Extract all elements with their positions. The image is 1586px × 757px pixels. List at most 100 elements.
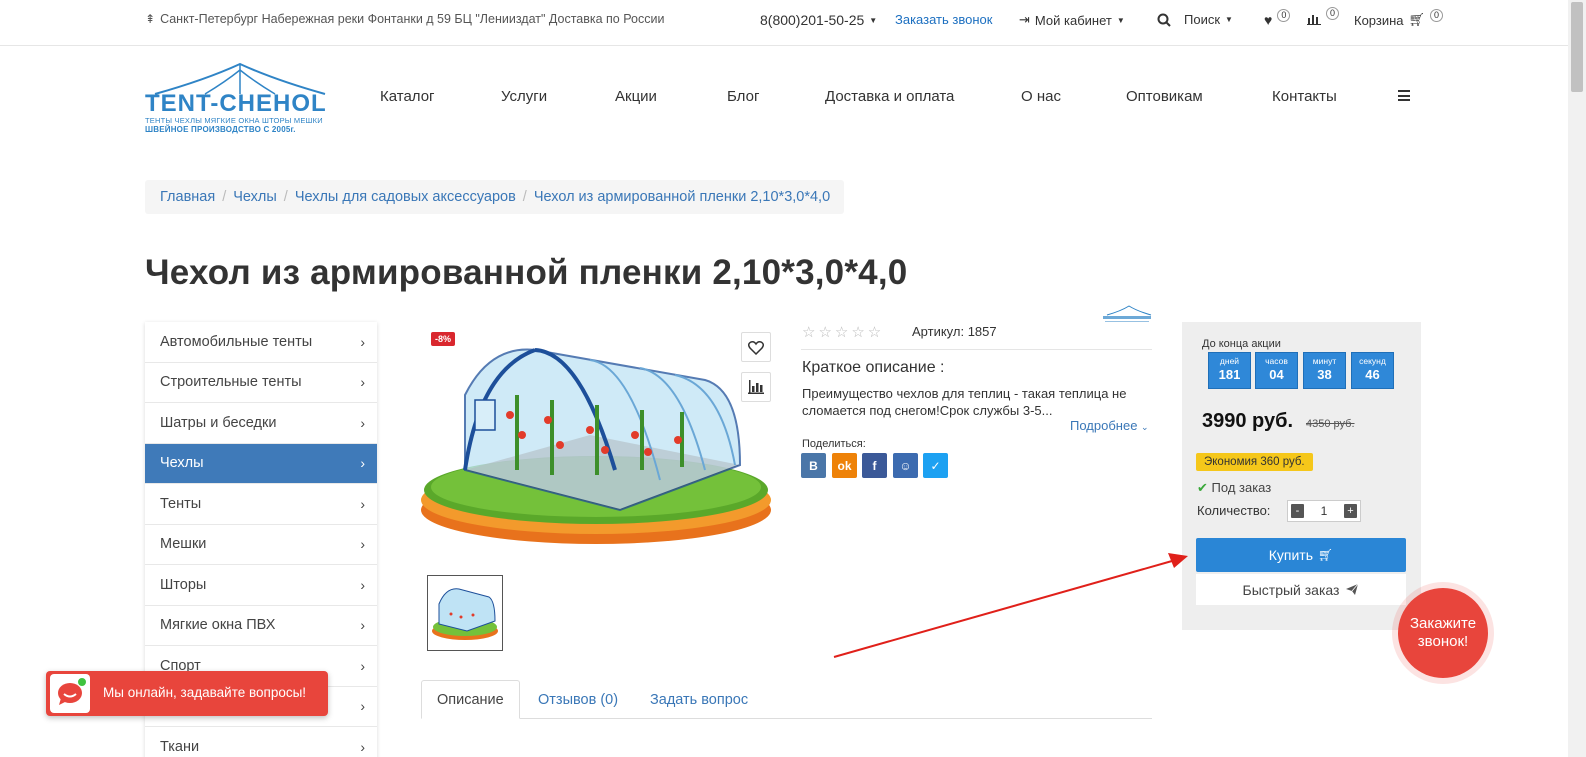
online-indicator (77, 677, 87, 687)
sidebar-item-pvc-windows[interactable]: Мягкие окна ПВХ › (145, 606, 377, 646)
tab-ask-question[interactable]: Задать вопрос (635, 680, 763, 719)
economy-badge: Экономия 360 руб. (1196, 453, 1313, 471)
rating-stars[interactable]: ☆☆☆☆☆ (802, 323, 884, 341)
sidebar-item-label: Тенты (160, 495, 202, 512)
sidebar-item-label: Строительные тенты (160, 374, 302, 391)
tab-description[interactable]: Описание (421, 680, 520, 719)
timer-value: 46 (1365, 367, 1380, 382)
vk-share-icon[interactable]: B (801, 453, 826, 478)
quick-order-button[interactable]: Быстрый заказ (1196, 574, 1406, 605)
breadcrumb-home[interactable]: Главная (160, 189, 215, 205)
sidebar-item-car-tents[interactable]: Автомобильные тенты › (145, 322, 377, 363)
sidebar-item-building-tents[interactable]: Строительные тенты › (145, 363, 377, 403)
chevron-right-icon: › (360, 374, 365, 391)
search-label: Поиск (1184, 12, 1221, 27)
breadcrumb-current[interactable]: Чехол из армированной пленки 2,10*3,0*4,… (534, 189, 830, 205)
quantity-value[interactable]: 1 (1321, 504, 1328, 518)
chevron-right-icon: › (360, 617, 365, 634)
plus-button[interactable]: + (1344, 504, 1357, 518)
logo-subtitle: ТЕНТЫ ЧЕХЛЫ МЯГКИЕ ОКНА ШТОРЫ МЕШКИ ШВЕЙ… (145, 116, 323, 134)
logo-subtitle-line2: ШВЕЙНОЕ ПРОИЗВОДСТВО С 2005г. (145, 125, 296, 134)
discount-badge: -8% (431, 332, 456, 346)
cabinet-menu[interactable]: ⇥ Мой кабинет ▼ (1019, 12, 1125, 28)
timer-minutes: минут 38 (1303, 352, 1346, 389)
timer-value: 04 (1269, 367, 1284, 382)
page-title: Чехол из армированной пленки 2,10*3,0*4,… (145, 253, 908, 292)
short-description-text: Преимущество чехлов для теплиц - такая т… (802, 386, 1127, 418)
cart-button[interactable]: Корзина 🛒︎ 0 (1354, 8, 1444, 28)
address: ⇞ Санкт-Петербург Набережная реки Фонтан… (145, 12, 664, 26)
nav-blog[interactable]: Блог (727, 88, 759, 105)
paper-plane-icon (1346, 583, 1359, 595)
add-to-favorites-button[interactable] (741, 332, 771, 362)
nav-about[interactable]: О нас (1021, 88, 1061, 105)
chevron-down-icon: ⌄ (1141, 422, 1149, 432)
scrollbar[interactable] (1568, 0, 1586, 757)
cart-label: Корзина (1354, 12, 1404, 28)
sidebar-item-fabrics[interactable]: Ткани › (145, 727, 377, 757)
product-thumbnail[interactable] (427, 575, 503, 651)
moimir-share-icon[interactable]: ☺︎ (893, 453, 918, 478)
caret-down-icon: ▼ (1116, 15, 1125, 25)
timer-seconds: секунд 46 (1351, 352, 1394, 389)
address-text: Санкт-Петербург Набережная реки Фонтанки… (160, 12, 665, 26)
sidebar-item-covers[interactable]: Чехлы › (145, 443, 377, 484)
callback-bubble[interactable]: Закажите звонок! (1398, 588, 1488, 678)
minus-button[interactable]: - (1291, 504, 1304, 518)
site-logo[interactable]: TENT-CHEHOL ТЕНТЫ ЧЕХЛЫ МЯГКИЕ ОКНА ШТОР… (145, 62, 335, 134)
callback-link[interactable]: Заказать звонок (895, 12, 992, 27)
breadcrumb-separator: / (283, 189, 288, 205)
menu-burger-icon[interactable] (1398, 90, 1410, 101)
sidebar-item-label: Мешки (160, 536, 207, 553)
top-bar: ⇞ Санкт-Петербург Набережная реки Фонтан… (0, 0, 1568, 46)
phone-dropdown[interactable]: 8(800)201-50-25 ▼ (760, 12, 877, 28)
chat-icon (50, 674, 90, 713)
favorites-button[interactable]: ♥ 0 (1264, 8, 1291, 28)
breadcrumb: Главная / Чехлы / Чехлы для садовых аксесс… (145, 180, 844, 214)
thumbnail-image (432, 588, 498, 640)
scrollbar-thumb[interactable] (1571, 2, 1583, 92)
phone-number: 8(800)201-50-25 (760, 12, 865, 28)
breadcrumb-covers[interactable]: Чехлы (233, 189, 277, 205)
product-image[interactable] (420, 340, 772, 546)
odnoklassniki-share-icon[interactable]: ok (832, 453, 857, 478)
chevron-right-icon: › (360, 738, 365, 755)
divider (801, 349, 1152, 350)
sidebar-item-bags[interactable]: Мешки › (145, 525, 377, 565)
tab-reviews[interactable]: Отзывов (0) (523, 680, 633, 719)
cabinet-label: Мой кабинет (1034, 12, 1112, 28)
breadcrumb-garden-covers[interactable]: Чехлы для садовых аксессуаров (295, 189, 516, 205)
quantity-label: Количество: (1197, 503, 1271, 518)
nav-catalog[interactable]: Каталог (380, 88, 435, 105)
sidebar-item-label: Мягкие окна ПВХ (160, 617, 276, 634)
twitter-share-icon[interactable]: ✓ (923, 453, 948, 478)
online-chat-widget[interactable]: Мы онлайн, задавайте вопросы! (46, 671, 328, 716)
short-description-title: Краткое описание : (802, 359, 945, 376)
buy-button-label: Купить (1268, 547, 1314, 563)
more-link[interactable]: Подробнее ⌄ (1070, 418, 1149, 433)
search-menu[interactable]: Поиск ▼ (1157, 12, 1233, 27)
bar-chart-icon (1307, 15, 1321, 25)
nav-promotions[interactable]: Акции (615, 88, 657, 105)
chevron-right-icon: › (360, 333, 365, 350)
buy-button[interactable]: Купить 🛒︎ (1196, 538, 1406, 572)
add-to-compare-button[interactable] (741, 372, 771, 402)
quick-order-label: Быстрый заказ (1242, 581, 1340, 598)
check-icon: ✔ (1197, 480, 1208, 495)
quantity-stepper[interactable]: - 1 + (1287, 500, 1361, 522)
nav-delivery[interactable]: Доставка и оплата (825, 88, 954, 105)
facebook-share-icon[interactable]: f (862, 453, 887, 478)
nav-services[interactable]: Услуги (501, 88, 547, 105)
callback-link-text[interactable]: Заказать звонок (895, 12, 992, 27)
nav-contacts[interactable]: Контакты (1272, 88, 1337, 105)
compare-button[interactable]: 0 (1307, 7, 1340, 25)
sidebar-item-marquees[interactable]: Шатры и беседки › (145, 403, 377, 444)
sidebar-item-tents[interactable]: Тенты › (145, 484, 377, 525)
sidebar-item-label: Шторы (160, 576, 207, 593)
search-icon (1157, 13, 1171, 27)
chevron-right-icon: › (360, 495, 365, 512)
nav-wholesale[interactable]: Оптовикам (1126, 88, 1203, 105)
sidebar-item-curtains[interactable]: Шторы › (145, 565, 377, 606)
caret-down-icon: ▼ (1225, 15, 1233, 24)
more-link-label: Подробнее (1070, 418, 1138, 433)
